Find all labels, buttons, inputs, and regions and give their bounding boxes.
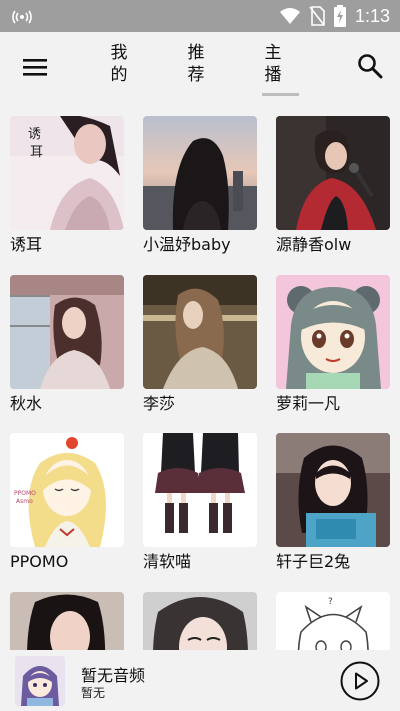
tab-recommend[interactable]: 推 荐 <box>185 42 207 86</box>
status-time: 1:13 <box>354 5 390 26</box>
anchor-name: 诱耳 <box>10 235 43 254</box>
anchor-avatar <box>143 275 257 389</box>
anchor-avatar <box>276 275 390 389</box>
anchor-card[interactable]: 小温妤baby <box>143 116 259 256</box>
wifi-icon <box>279 8 300 24</box>
anchor-name: 轩子巨2兔 <box>276 552 351 571</box>
svg-text:PPOMO: PPOMO <box>14 490 36 497</box>
no-sim-icon <box>309 6 325 26</box>
anchor-avatar: PPOMO Asmo <box>10 433 124 547</box>
anchor-card[interactable]: 源静香olw <box>276 116 392 256</box>
anchor-name: 源静香olw <box>276 235 352 254</box>
app-bar: 我 的 推 荐 主 播 <box>0 32 400 102</box>
tab-recommend-label-2: 荐 <box>187 65 205 85</box>
anchor-card[interactable]: 萝莉一凡 <box>276 275 392 415</box>
battery-charging-icon <box>333 5 346 27</box>
status-bar: 1:13 <box>0 0 400 32</box>
album-art <box>15 656 65 706</box>
anchor-avatar <box>143 592 257 650</box>
anchor-avatar <box>276 116 390 230</box>
tab-anchors-label-1: 主 <box>264 43 282 63</box>
anchor-name: 李莎 <box>143 394 176 413</box>
menu-icon[interactable] <box>22 54 48 80</box>
anchor-avatar <box>10 275 124 389</box>
anchor-avatar: 诱 耳 <box>10 116 124 230</box>
broadcast-icon <box>12 10 32 24</box>
anchor-card[interactable] <box>143 592 259 650</box>
anchor-name: 小温妤baby <box>143 235 231 254</box>
track-title: 暂无音频 <box>81 666 146 685</box>
anchor-card[interactable]: 清软喵 <box>143 433 259 573</box>
tab-indicator <box>262 93 299 96</box>
anchor-name: PPOMO <box>10 552 69 571</box>
tab-mine[interactable]: 我 的 <box>108 42 130 86</box>
tab-mine-label-2: 的 <box>110 65 128 85</box>
anchor-name: 秋水 <box>10 394 43 413</box>
anchor-name: 清软喵 <box>143 552 192 571</box>
svg-text:诱: 诱 <box>28 127 41 142</box>
anchor-avatar <box>10 592 124 650</box>
search-icon[interactable] <box>356 52 384 80</box>
anchor-card[interactable]: 轩子巨2兔 <box>276 433 392 573</box>
tab-mine-label-1: 我 <box>110 43 128 63</box>
svg-text:?: ? <box>328 597 333 607</box>
mini-player[interactable]: 暂无音频 暂无 <box>0 650 400 711</box>
anchor-card[interactable]: 李莎 <box>143 275 259 415</box>
anchor-card[interactable]: 诱 耳 诱耳 <box>10 116 126 256</box>
anchor-avatar <box>276 433 390 547</box>
track-artist: 暂无 <box>81 686 106 700</box>
play-icon[interactable] <box>340 661 380 701</box>
anchor-name: 萝莉一凡 <box>276 394 341 413</box>
tab-anchors-label-2: 播 <box>264 65 282 85</box>
tab-recommend-label-1: 推 <box>187 43 205 63</box>
svg-text:耳: 耳 <box>30 145 43 160</box>
anchor-card[interactable]: ? <box>276 592 392 650</box>
anchor-avatar <box>143 433 257 547</box>
anchor-avatar <box>143 116 257 230</box>
anchor-card[interactable] <box>10 592 126 650</box>
anchor-grid: 诱 耳 诱耳 小温妤baby 源静香olw 秋水 李莎 萝莉一凡 PPOMO A… <box>0 102 400 650</box>
anchor-card[interactable]: PPOMO Asmo PPOMO <box>10 433 126 573</box>
anchor-card[interactable]: 秋水 <box>10 275 126 415</box>
anchor-avatar: ? <box>276 592 390 650</box>
tab-anchors[interactable]: 主 播 <box>262 42 284 86</box>
svg-text:Asmo: Asmo <box>16 498 33 505</box>
